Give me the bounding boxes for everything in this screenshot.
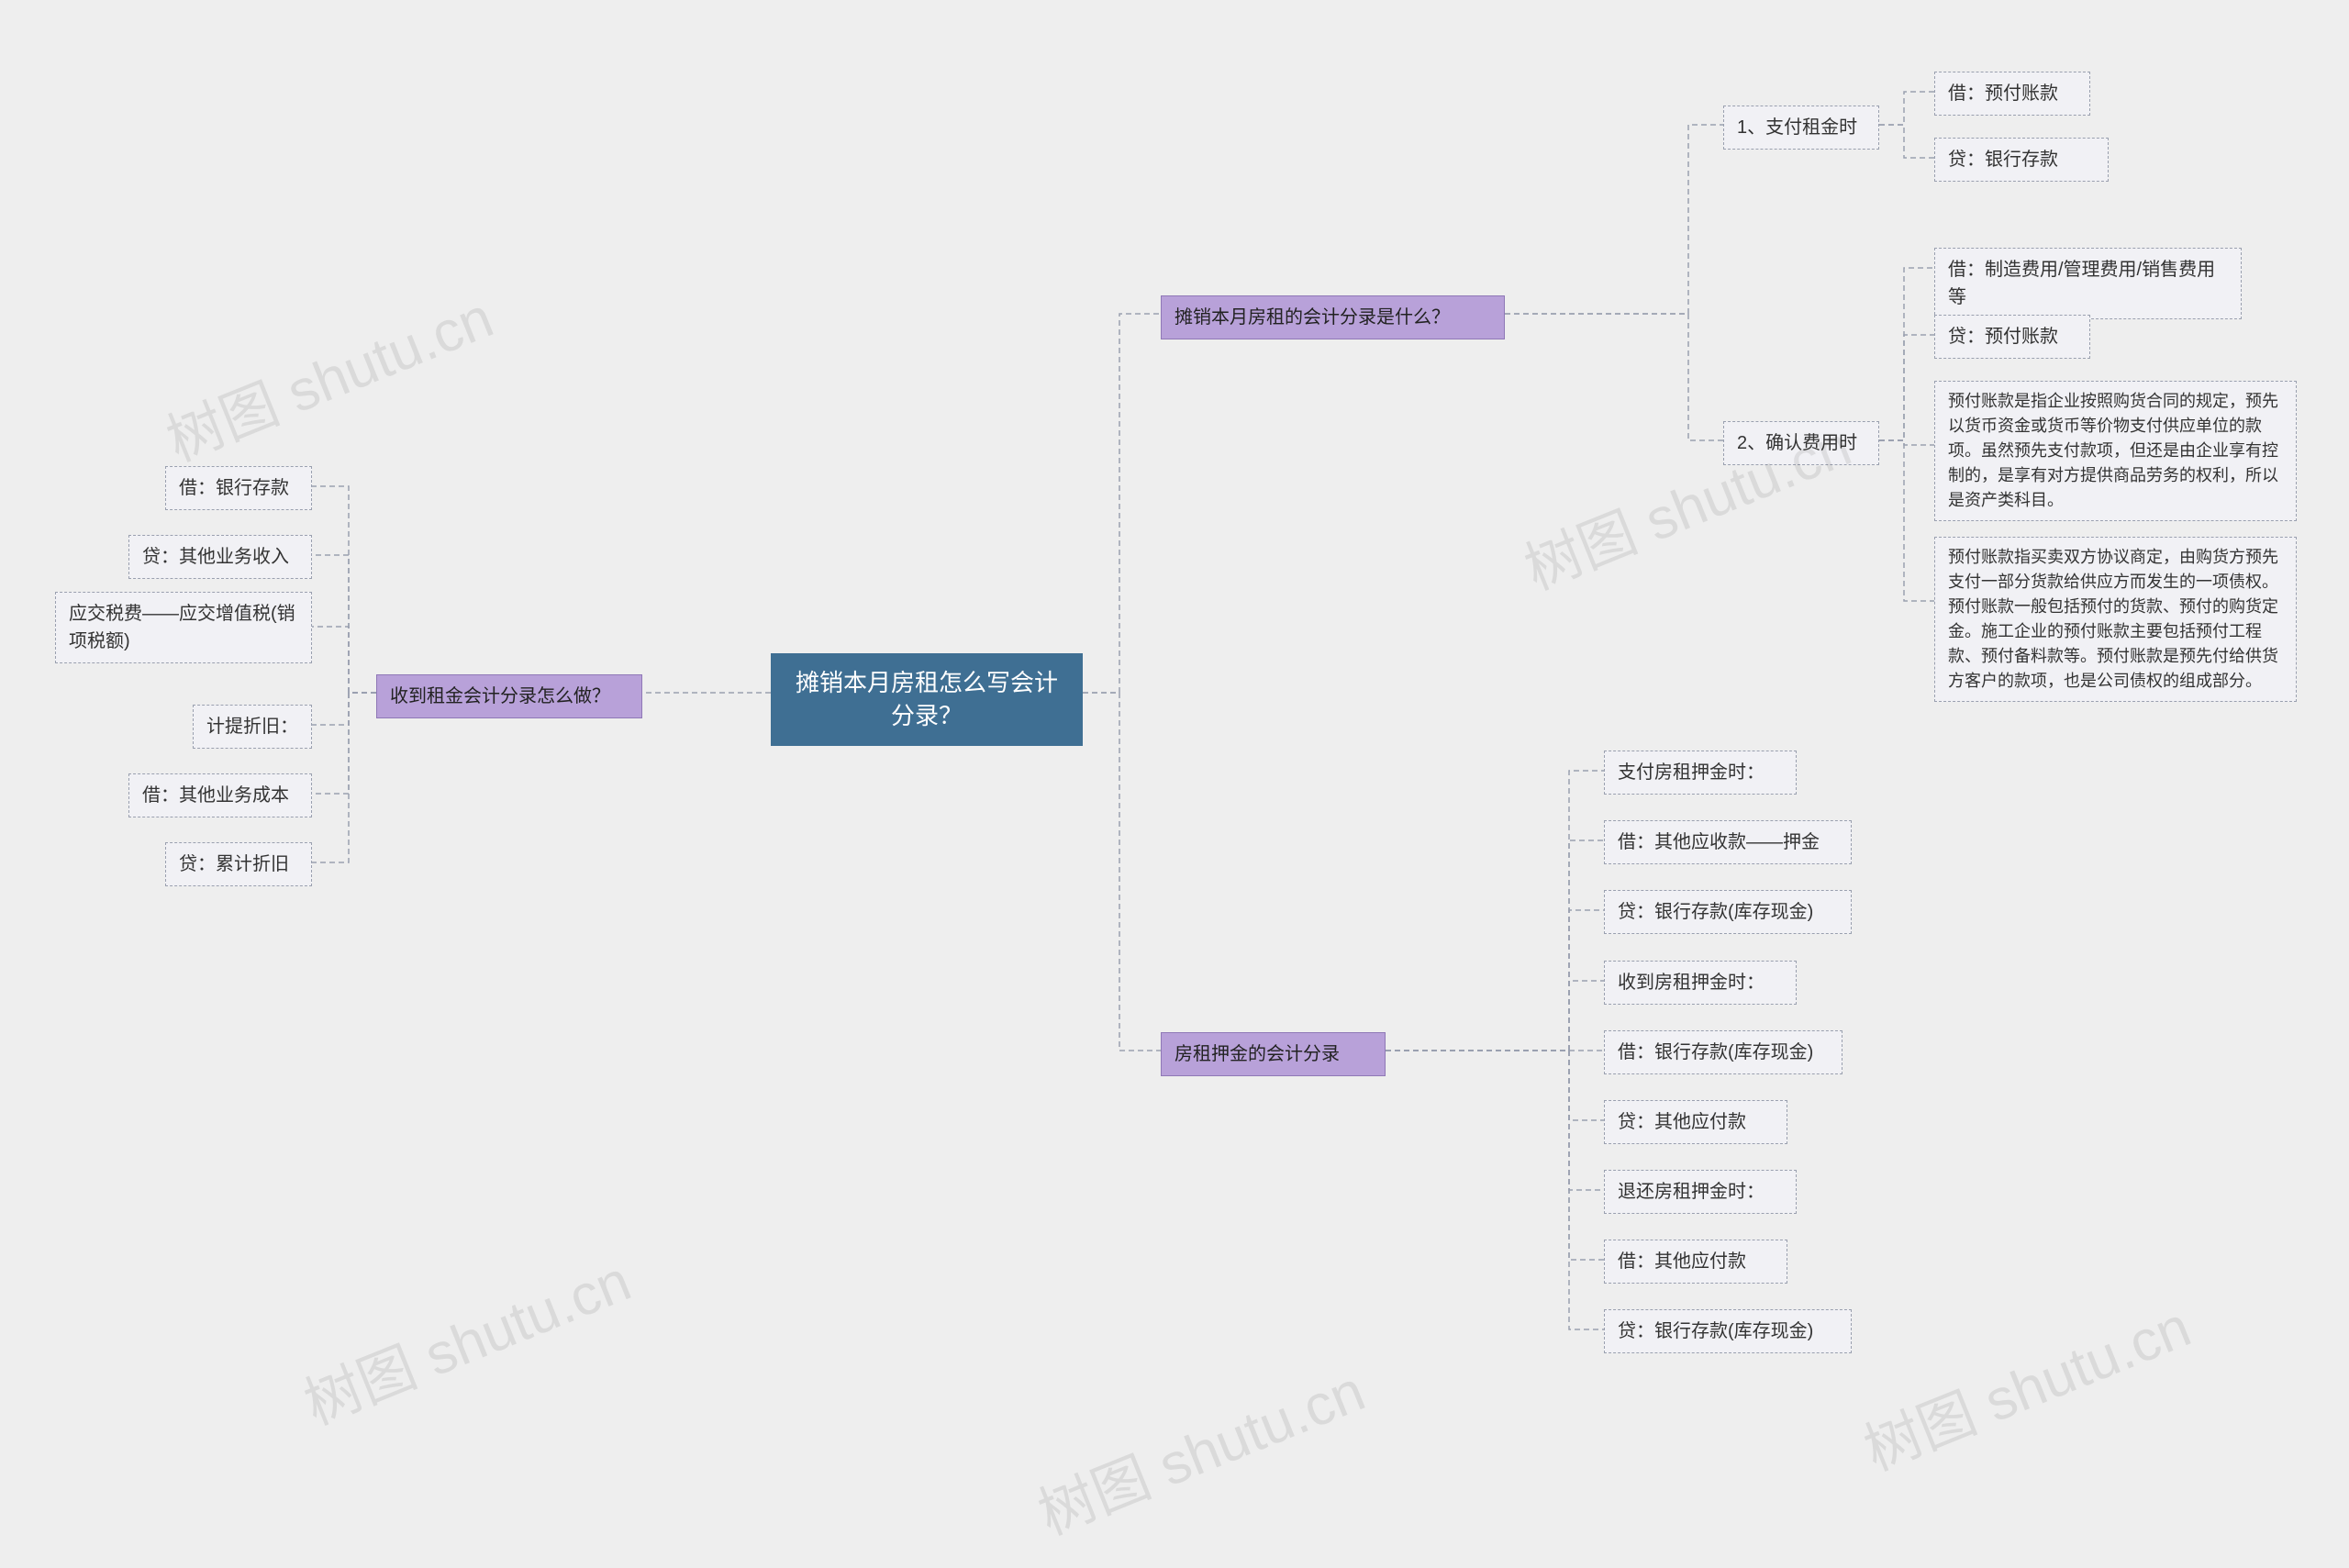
leaf-left-5[interactable]: 贷：累计折旧 xyxy=(165,842,312,886)
leaf-left-4[interactable]: 借：其他业务成本 xyxy=(128,773,312,817)
leaf-left-1[interactable]: 贷：其他业务收入 xyxy=(128,535,312,579)
leaf-pay-1[interactable]: 贷：银行存款 xyxy=(1934,138,2109,182)
leaf-left-3[interactable]: 计提折旧： xyxy=(193,705,312,749)
topic-received-rent[interactable]: 收到租金会计分录怎么做？ xyxy=(376,674,642,718)
leaf-left-2[interactable]: 应交税费——应交增值税(销项税额) xyxy=(55,592,312,663)
sub-pay-rent[interactable]: 1、支付租金时 xyxy=(1723,106,1879,150)
connectors-svg xyxy=(0,0,2349,1568)
leaf-deposit-1[interactable]: 借：其他应收款——押金 xyxy=(1604,820,1852,864)
mindmap-canvas: 摊销本月房租怎么写会计分录？ 收到租金会计分录怎么做？ 借：银行存款 贷：其他业… xyxy=(0,0,2349,1568)
leaf-confirm-0[interactable]: 借：制造费用/管理费用/销售费用等 xyxy=(1934,248,2242,319)
topic-amortize-rent[interactable]: 摊销本月房租的会计分录是什么？ xyxy=(1161,295,1505,339)
leaf-deposit-6[interactable]: 退还房租押金时： xyxy=(1604,1170,1797,1214)
leaf-deposit-8[interactable]: 贷：银行存款(库存现金) xyxy=(1604,1309,1852,1353)
watermark: 树图 shutu.cn xyxy=(152,272,503,477)
leaf-deposit-5[interactable]: 贷：其他应付款 xyxy=(1604,1100,1787,1144)
watermark: 树图 shutu.cn xyxy=(1850,1281,2200,1486)
leaf-deposit-7[interactable]: 借：其他应付款 xyxy=(1604,1240,1787,1284)
leaf-left-0[interactable]: 借：银行存款 xyxy=(165,466,312,510)
leaf-deposit-4[interactable]: 借：银行存款(库存现金) xyxy=(1604,1030,1842,1074)
leaf-deposit-0[interactable]: 支付房租押金时： xyxy=(1604,751,1797,795)
leaf-deposit-2[interactable]: 贷：银行存款(库存现金) xyxy=(1604,890,1852,934)
topic-deposit[interactable]: 房租押金的会计分录 xyxy=(1161,1032,1386,1076)
leaf-confirm-3[interactable]: 预付账款指买卖双方协议商定，由购货方预先支付一部分货款给供应方而发生的一项债权。… xyxy=(1934,537,2297,702)
watermark: 树图 shutu.cn xyxy=(290,1235,640,1440)
watermark: 树图 shutu.cn xyxy=(1024,1345,1375,1551)
leaf-pay-0[interactable]: 借：预付账款 xyxy=(1934,72,2090,116)
root-node[interactable]: 摊销本月房租怎么写会计分录？ xyxy=(771,653,1083,746)
leaf-deposit-3[interactable]: 收到房租押金时： xyxy=(1604,961,1797,1005)
leaf-confirm-2[interactable]: 预付账款是指企业按照购货合同的规定，预先以货币资金或货币等价物支付供应单位的款项… xyxy=(1934,381,2297,521)
sub-confirm-expense[interactable]: 2、确认费用时 xyxy=(1723,421,1879,465)
leaf-confirm-1[interactable]: 贷：预付账款 xyxy=(1934,315,2090,359)
